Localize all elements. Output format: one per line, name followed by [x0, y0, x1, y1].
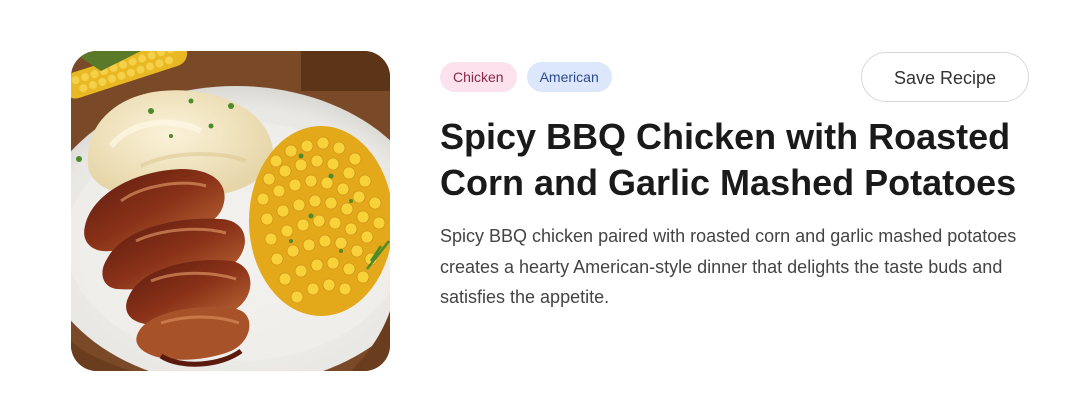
- tag-list: Chicken American: [440, 62, 612, 92]
- recipe-title: Spicy BBQ Chicken with Roasted Corn and …: [440, 116, 1017, 203]
- recipe-photo: [71, 51, 390, 371]
- recipe-card: Chicken American Save Recipe Spicy BBQ C…: [0, 0, 1082, 417]
- save-recipe-button[interactable]: Save Recipe: [861, 52, 1029, 102]
- tag-chicken[interactable]: Chicken: [440, 62, 517, 92]
- recipe-description: Spicy BBQ chicken paired with roasted co…: [440, 226, 1017, 307]
- tag-american[interactable]: American: [526, 62, 612, 92]
- food-plate-image: [71, 51, 390, 371]
